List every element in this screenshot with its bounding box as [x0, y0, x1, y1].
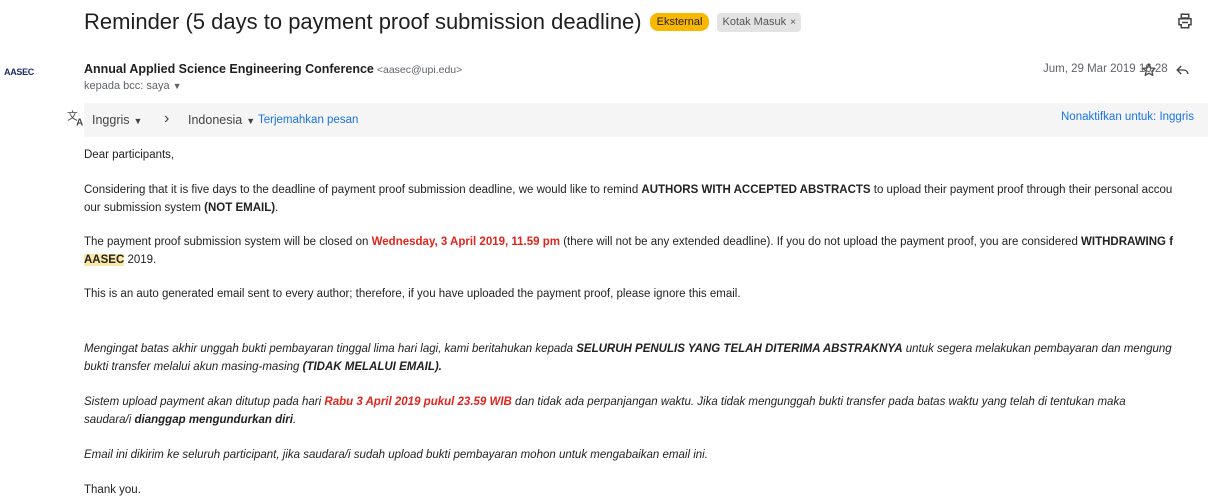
- recipient-text: kepada bcc: saya: [84, 80, 170, 92]
- p5-text-d: saudara/i: [84, 414, 135, 426]
- p5-deadline: Rabu 3 April 2019 pukul 23.59 WIB: [324, 396, 512, 408]
- email-subject: Reminder (5 days to payment proof submis…: [84, 9, 642, 34]
- translate-message-link[interactable]: Terjemahkan pesan: [258, 114, 358, 126]
- p2-aasec-highlight: AASEC: [84, 254, 125, 266]
- reply-icon[interactable]: [1174, 62, 1191, 78]
- p1-bold: AUTHORS WITH ACCEPTED ABSTRACTS: [641, 184, 871, 196]
- paragraph-4-line-2: bukti transfer melalui akun masing-masin…: [84, 358, 442, 376]
- greeting: Dear participants,: [84, 149, 175, 161]
- target-language-label: Indonesia: [188, 113, 243, 127]
- sender-name[interactable]: Annual Applied Science Engineering Confe…: [84, 62, 374, 76]
- p2-text-c: (there will not be any extended deadline…: [560, 236, 1082, 248]
- chevron-right-icon: ›: [164, 110, 170, 127]
- sender-email: <aasec@upi.edu>: [376, 64, 463, 76]
- label-external[interactable]: Eksternal: [649, 13, 710, 31]
- print-icon[interactable]: [1176, 12, 1194, 30]
- p4-bold-2: (TIDAK MELALUI EMAIL).: [302, 361, 442, 373]
- p1-text-a: Considering that it is five days to the …: [84, 184, 642, 196]
- turn-off-translate-link[interactable]: Nonaktifkan untuk: Inggris: [1061, 111, 1194, 123]
- chevron-down-icon[interactable]: ▼: [173, 81, 182, 91]
- p4-text-c: untuk segera melakukan pembayaran dan me…: [902, 343, 1172, 355]
- svg-text:A: A: [76, 117, 83, 127]
- p5-bold: dianggap mengundurkan diri: [134, 414, 293, 426]
- recipient-line[interactable]: kepada bcc: saya ▼: [84, 80, 182, 92]
- p2-text-a: The payment proof submission system will…: [84, 236, 372, 248]
- avatar: AASEC: [4, 67, 35, 77]
- p4-bold: SELURUH PENULIS YANG TELAH DITERIMA ABST…: [576, 343, 903, 355]
- close-icon[interactable]: ×: [790, 17, 796, 28]
- p4-text-d: bukti transfer melalui akun masing-masin…: [84, 361, 303, 373]
- p5-text-c: dan tidak ada perpanjangan waktu. Jika t…: [511, 396, 1126, 408]
- sender-line: Annual Applied Science Engineering Confe…: [84, 62, 462, 76]
- paragraph-1-line-2: our submission system (NOT EMAIL).: [84, 199, 278, 217]
- p1-period: .: [275, 202, 279, 214]
- p5-text-a: Sistem upload payment akan ditutup pada …: [84, 396, 325, 408]
- p4-text-a: Mengingat batas akhir unggah bukti pemba…: [84, 343, 577, 355]
- p2-withdrawing: WITHDRAWING f: [1081, 236, 1174, 248]
- p2-deadline: Wednesday, 3 April 2019, 11.59 pm: [371, 236, 560, 248]
- closing: Thank you.: [84, 484, 141, 496]
- p5-period: .: [292, 414, 297, 426]
- paragraph-5-line-2: saudara/i dianggap mengundurkan diri.: [84, 411, 296, 429]
- label-inbox[interactable]: Kotak Masuk ×: [717, 12, 801, 32]
- paragraph-3: This is an auto generated email sent to …: [84, 288, 741, 300]
- chevron-down-icon: ▼: [133, 116, 143, 126]
- label-inbox-text: Kotak Masuk: [722, 15, 787, 28]
- p2-year: 2019.: [124, 254, 157, 266]
- p1-text-c: to upload their payment proof through th…: [870, 184, 1173, 196]
- paragraph-6: Email ini dikirim ke seluruh participant…: [84, 449, 708, 461]
- paragraph-2-line-2: AASEC 2019.: [84, 251, 156, 269]
- source-language-select[interactable]: Inggris ▼: [92, 113, 142, 127]
- translate-icon: 文 A: [67, 109, 87, 129]
- paragraph-1-line-1: Considering that it is five days to the …: [84, 181, 1172, 199]
- target-language-select[interactable]: Indonesia ▼: [188, 113, 255, 127]
- paragraph-2-line-1: The payment proof submission system will…: [84, 233, 1173, 251]
- p1-text-d: our submission system: [84, 202, 205, 214]
- source-language-label: Inggris: [92, 113, 130, 127]
- paragraph-4-line-1: Mengingat batas akhir unggah bukti pemba…: [84, 340, 1172, 358]
- paragraph-5-line-1: Sistem upload payment akan ditutup pada …: [84, 393, 1126, 411]
- subject-row: Reminder (5 days to payment proof submis…: [84, 7, 1208, 37]
- chevron-down-icon: ▼: [246, 116, 256, 126]
- star-icon[interactable]: [1141, 62, 1157, 78]
- p1-not-email: (NOT EMAIL): [204, 202, 276, 214]
